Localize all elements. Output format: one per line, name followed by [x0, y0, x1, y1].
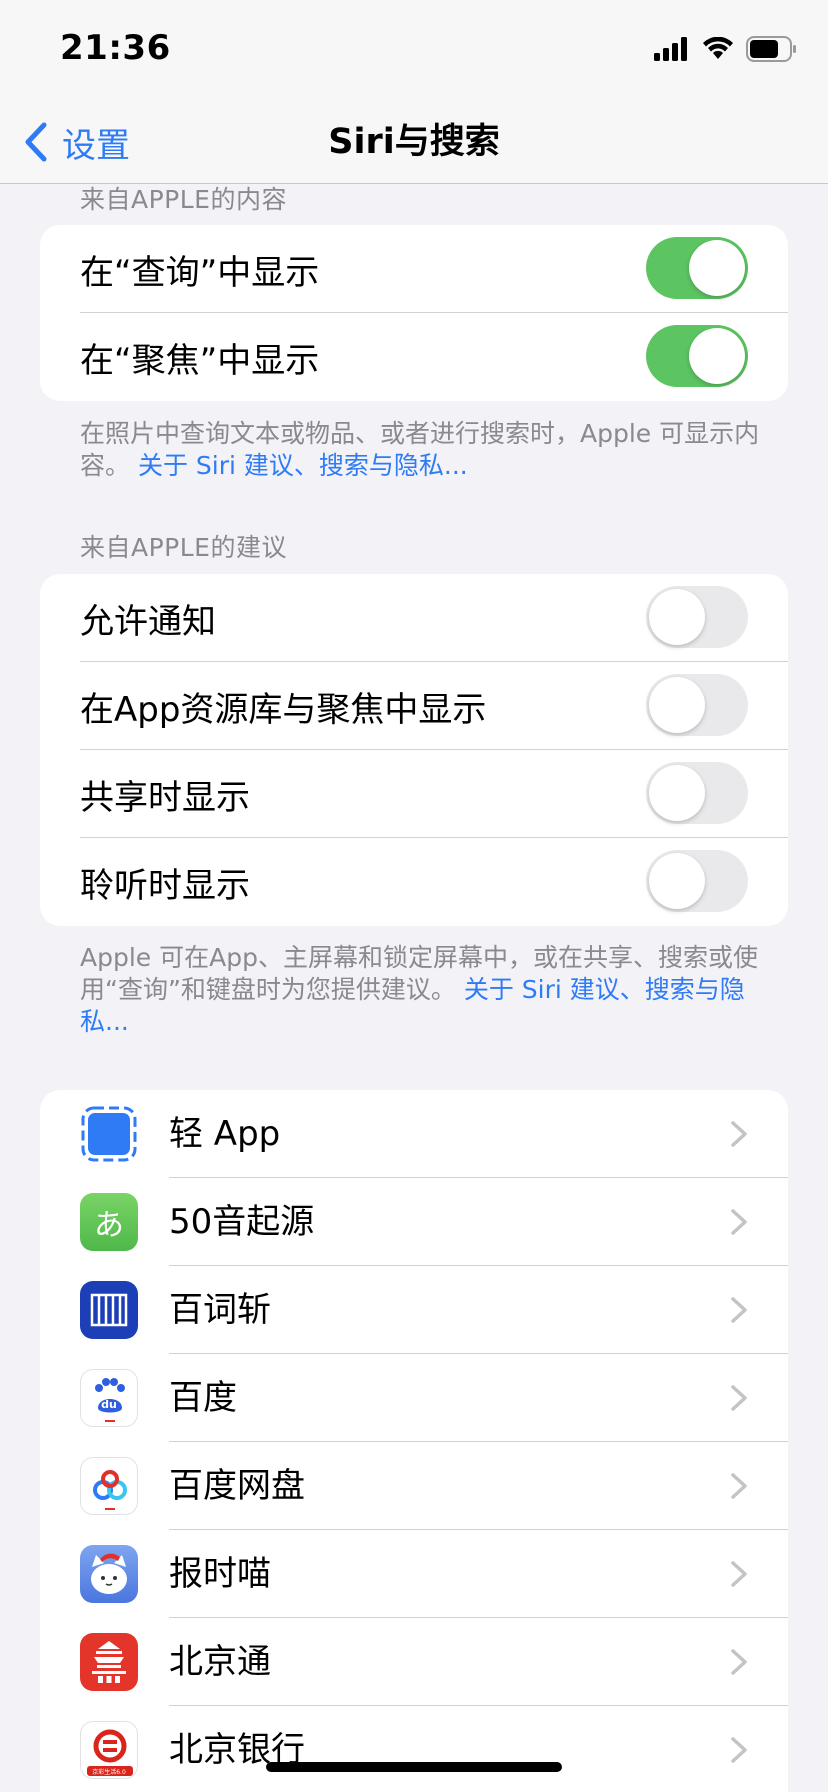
app-row-50-sounds[interactable]: あ 50音起源 [40, 1178, 788, 1266]
show-in-spotlight-toggle[interactable] [646, 325, 748, 387]
allow-notifications-label: 允许通知 [80, 601, 216, 642]
app-icon-badge-text: 京彩生活6.0 [92, 1769, 126, 1776]
spotlight-row[interactable]: 在“聚焦”中显示 [40, 313, 788, 401]
app-label: 百词斩 [169, 1290, 271, 1330]
app-label: 轻 App [169, 1114, 281, 1154]
privacy-link[interactable]: 关于 Siri 建议、搜索与隐私... [138, 451, 468, 480]
app-label: 北京通 [169, 1642, 271, 1682]
show-when-listening-row[interactable]: 聆听时显示 [40, 838, 788, 926]
show-when-listening-label: 聆听时显示 [80, 865, 250, 906]
section-footer-suggestions: Apple 可在App、主屏幕和锁定屏幕中，或在共享、搜索或使用“查询”和键盘时… [80, 942, 760, 1038]
app-row-baoshimiao[interactable]: 报时喵 [40, 1530, 788, 1618]
home-indicator [266, 1762, 562, 1772]
show-when-sharing-row[interactable]: 共享时显示 [40, 750, 788, 838]
baidu-icon: du [80, 1369, 138, 1427]
fifty-sounds-icon: あ [80, 1193, 138, 1251]
app-row-baidu[interactable]: du 百度 [40, 1354, 788, 1442]
toggle-knob [649, 677, 705, 733]
toggle-knob [649, 853, 705, 909]
app-icon-glyph: du [101, 1398, 117, 1411]
toggle-knob [649, 589, 705, 645]
page-title: Siri与搜索 [328, 122, 500, 162]
bank-of-beijing-icon: 京彩生活6.0 [80, 1721, 138, 1779]
app-row-baicizhan[interactable]: 百词斩 [40, 1266, 788, 1354]
chevron-right-icon [731, 1385, 747, 1411]
battery-icon [746, 36, 796, 62]
show-when-listening-toggle[interactable] [646, 850, 748, 912]
status-time: 21:36 [60, 28, 171, 68]
beijingtong-icon [80, 1633, 138, 1691]
app-row-light-app[interactable]: 轻 App [40, 1090, 788, 1178]
lookup-row[interactable]: 在“查询”中显示 [40, 225, 788, 313]
show-in-app-library-toggle[interactable] [646, 674, 748, 736]
suggestion-settings-group: 允许通知 在App资源库与聚焦中显示 共享时显示 聆听时显示 [40, 574, 788, 926]
toggle-knob [689, 328, 745, 384]
wifi-icon [703, 37, 733, 59]
app-row-bank-of-beijing[interactable]: 京彩生活6.0 北京银行 [40, 1706, 788, 1792]
status-bar: 21:36 [0, 0, 828, 100]
toggle-knob [649, 765, 705, 821]
app-label: 报时喵 [169, 1554, 271, 1594]
chevron-right-icon [731, 1737, 747, 1763]
content-settings-group: 在“查询”中显示 在“聚焦”中显示 [40, 225, 788, 401]
app-library-label: 在App资源库与聚焦中显示 [80, 689, 487, 730]
chevron-right-icon [731, 1121, 747, 1147]
allow-notifications-row[interactable]: 允许通知 [40, 574, 788, 662]
cellular-signal-icon [654, 37, 687, 61]
chevron-right-icon [731, 1649, 747, 1675]
app-label: 百度 [169, 1378, 237, 1418]
toggle-knob [689, 240, 745, 296]
lookup-label: 在“查询”中显示 [80, 252, 320, 293]
chevron-right-icon [731, 1473, 747, 1499]
status-icons [654, 34, 798, 64]
allow-notifications-toggle[interactable] [646, 586, 748, 648]
section-header-content: 来自APPLE的内容 [80, 185, 287, 214]
spotlight-label: 在“聚焦”中显示 [80, 340, 320, 381]
app-row-baidu-netdisk[interactable]: 百度网盘 [40, 1442, 788, 1530]
navigation-bar: 设置 Siri与搜索 [0, 100, 828, 184]
section-footer-content: 在照片中查询文本或物品、或者进行搜索时，Apple 可显示内容。 关于 Siri… [80, 418, 760, 482]
app-label: 百度网盘 [169, 1466, 305, 1506]
show-in-lookup-toggle[interactable] [646, 237, 748, 299]
app-label: 50音起源 [169, 1202, 315, 1242]
section-header-suggestions: 来自APPLE的建议 [80, 533, 287, 562]
app-library-row[interactable]: 在App资源库与聚焦中显示 [40, 662, 788, 750]
show-when-sharing-toggle[interactable] [646, 762, 748, 824]
chevron-right-icon [731, 1209, 747, 1235]
baoshimiao-icon [80, 1545, 138, 1603]
baicizhan-icon [80, 1281, 138, 1339]
app-icon-glyph: あ [94, 1208, 124, 1243]
app-list: 轻 App あ 50音起源 百词斩 du 百度 百度网盘 报时喵 北京通 京彩生… [40, 1090, 788, 1792]
app-label: 北京银行 [169, 1730, 305, 1770]
show-when-sharing-label: 共享时显示 [80, 777, 250, 818]
chevron-right-icon [731, 1561, 747, 1587]
chevron-right-icon [731, 1297, 747, 1323]
light-app-icon [80, 1105, 138, 1163]
app-row-beijingtong[interactable]: 北京通 [40, 1618, 788, 1706]
baidu-netdisk-icon [80, 1457, 138, 1515]
